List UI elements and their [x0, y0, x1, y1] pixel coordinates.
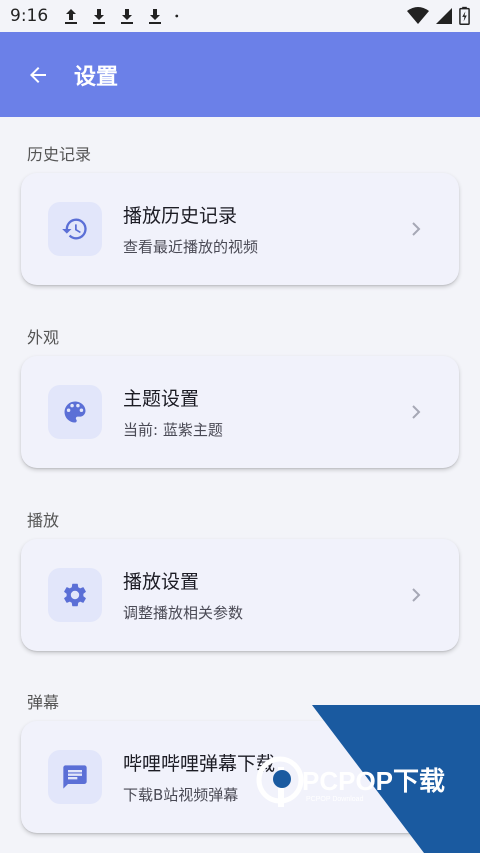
arrow-back-icon — [30, 66, 46, 83]
card-icon-box — [48, 568, 102, 622]
section-label-playback: 播放 — [27, 511, 60, 530]
dot-icon — [175, 14, 179, 18]
history-icon — [62, 218, 87, 240]
signal-icon — [436, 8, 452, 24]
card-icon-box — [48, 750, 102, 804]
notification-icons — [62, 7, 184, 25]
card-title: 主题设置 — [123, 388, 200, 410]
card-subtitle: 查看最近播放的视频 — [123, 238, 259, 256]
comment-icon — [63, 765, 87, 789]
battery-icon — [459, 6, 470, 25]
section-label-danmaku: 弹幕 — [27, 693, 60, 712]
section-label-history: 历史记录 — [27, 145, 92, 164]
download-icon — [121, 9, 134, 24]
chevron-right-icon — [412, 588, 421, 602]
download-icon — [93, 9, 106, 24]
app-bar: 设置 — [0, 32, 480, 117]
page-title: 设置 — [74, 64, 119, 90]
status-bar: 9:16 — [0, 0, 480, 32]
gear-icon — [64, 583, 86, 607]
chevron-right-icon — [412, 405, 421, 419]
card-title: 播放历史记录 — [123, 205, 238, 227]
section-label-appearance: 外观 — [27, 328, 60, 347]
card-title: 播放设置 — [123, 571, 200, 593]
palette-icon — [64, 401, 86, 423]
back-button[interactable] — [24, 61, 52, 89]
card-icon-box — [48, 385, 102, 439]
chevron-right-icon — [412, 222, 421, 236]
status-time: 9:16 — [10, 6, 49, 26]
card-theme-settings[interactable]: 主题设置 当前: 蓝紫主题 — [21, 356, 459, 468]
card-danmaku-download[interactable]: 哔哩哔哩弹幕下载 下载B站视频弹幕 — [21, 721, 459, 833]
card-subtitle: 调整播放相关参数 — [123, 604, 244, 622]
chevron-right-icon — [412, 770, 421, 784]
download-icon — [149, 9, 162, 24]
card-title: 哔哩哔哩弹幕下载 — [123, 753, 276, 775]
upload-icon — [65, 9, 78, 24]
card-playback-settings[interactable]: 播放设置 调整播放相关参数 — [21, 539, 459, 651]
card-play-history[interactable]: 播放历史记录 查看最近播放的视频 — [21, 173, 459, 285]
card-subtitle: 当前: 蓝紫主题 — [123, 421, 223, 439]
card-icon-box — [48, 202, 102, 256]
card-subtitle: 下载B站视频弹幕 — [123, 786, 239, 804]
wifi-icon — [407, 7, 429, 24]
